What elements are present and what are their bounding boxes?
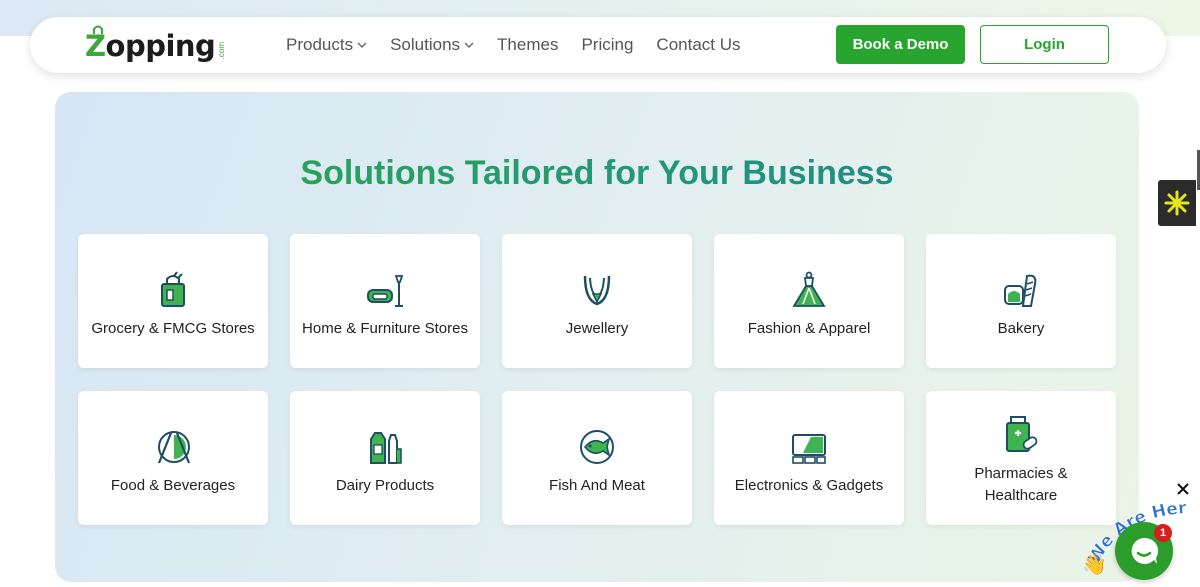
plate-cutlery-icon	[157, 431, 191, 464]
nav-products[interactable]: Products	[286, 35, 367, 55]
login-button[interactable]: Login	[980, 25, 1109, 64]
waving-hand-icon: 👋	[1082, 553, 1107, 575]
card-fashion[interactable]: Fashion & Apparel	[714, 234, 904, 368]
card-label: Food & Beverages	[110, 477, 236, 494]
card-label: Home & Furniture Stores	[302, 320, 468, 337]
fish-icon	[580, 430, 614, 464]
section-title: Solutions Tailored for Your Business	[55, 154, 1139, 193]
chevron-down-icon	[357, 42, 367, 48]
side-widget-button[interactable]	[1158, 180, 1196, 226]
nav-solutions[interactable]: Solutions	[390, 35, 474, 55]
card-grocery[interactable]: Grocery & FMCG Stores	[78, 234, 268, 368]
card-food-beverages[interactable]: Food & Beverages	[78, 391, 268, 525]
solutions-section: Solutions Tailored for Your Business Gro…	[55, 92, 1139, 582]
nav-pricing[interactable]: Pricing	[581, 35, 633, 55]
main-nav: Products Solutions Themes Pricing Contac…	[286, 17, 764, 73]
medicine-icon	[1006, 416, 1038, 452]
card-label: Jewellery	[565, 320, 629, 337]
card-label: Fish And Meat	[549, 477, 645, 494]
dress-icon	[792, 271, 826, 307]
brand-logo[interactable]: Zopping .com	[85, 25, 226, 65]
nav-contact-us[interactable]: Contact Us	[656, 35, 740, 55]
notification-badge: 1	[1154, 524, 1172, 542]
book-demo-button[interactable]: Book a Demo	[836, 25, 965, 64]
sparkle-icon	[1164, 190, 1190, 216]
card-bakery[interactable]: Bakery	[926, 234, 1116, 368]
navbar: Zopping .com Products Solutions Themes P…	[30, 17, 1166, 73]
card-label: Grocery & FMCG Stores	[91, 320, 255, 337]
card-label: Electronics & Gadgets	[734, 477, 884, 494]
milk-bottles-icon	[370, 432, 402, 464]
necklace-icon	[583, 275, 611, 306]
card-label: Fashion & Apparel	[747, 320, 871, 337]
brand-suffix: .com	[217, 41, 227, 59]
card-label: Pharmacies & Healthcare	[974, 465, 1068, 504]
card-home-furniture[interactable]: Home & Furniture Stores	[290, 234, 480, 368]
bread-icon	[1004, 274, 1037, 307]
card-jewellery[interactable]: Jewellery	[502, 234, 692, 368]
card-fish-meat[interactable]: Fish And Meat	[502, 391, 692, 525]
card-dairy[interactable]: Dairy Products	[290, 391, 480, 525]
nav-themes[interactable]: Themes	[497, 35, 558, 55]
chevron-down-icon	[464, 42, 474, 48]
grocery-bag-icon	[161, 271, 185, 307]
sofa-lamp-icon	[367, 275, 404, 307]
card-electronics[interactable]: Electronics & Gadgets	[714, 391, 904, 525]
card-label: Dairy Products	[335, 477, 435, 494]
devices-icon	[792, 434, 826, 464]
bag-handle-icon	[93, 25, 103, 34]
card-label: Bakery	[997, 320, 1045, 337]
